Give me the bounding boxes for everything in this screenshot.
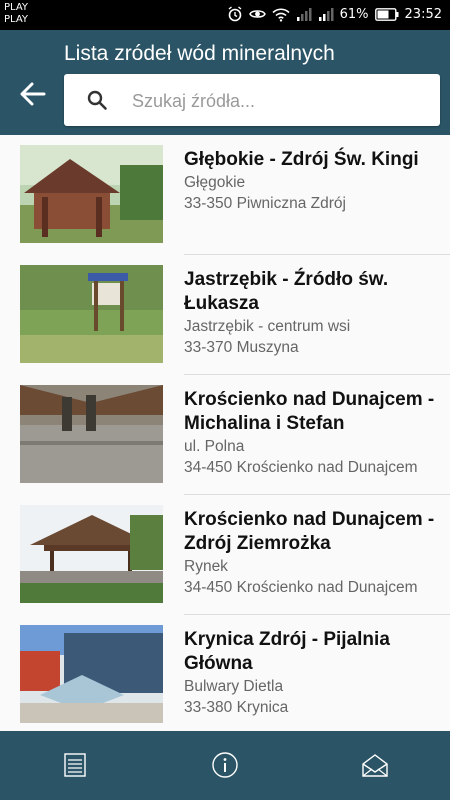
item-text: Jastrzębik - Źródło św. Łukasza Jastrzęb… <box>184 268 440 358</box>
mail-icon <box>362 754 388 777</box>
back-button[interactable] <box>18 80 48 108</box>
search-input[interactable] <box>130 84 424 118</box>
battery-percent: 61% <box>339 6 369 22</box>
spring-location: Jastrzębik - centrum wsi <box>184 318 351 335</box>
spring-name: Jastrzębik - Źródło św. Łukasza <box>184 269 389 314</box>
search-icon <box>87 90 107 110</box>
arrow-left-icon <box>20 82 46 106</box>
nav-info-button[interactable] <box>207 749 243 781</box>
spring-postcode: 33-350 Piwniczna Zdrój <box>184 195 346 212</box>
list-item[interactable]: Głębokie - Zdrój Św. Kingi Głęgokie 33-3… <box>0 135 450 255</box>
item-text: Krościenko nad Dunajcem - Michalina i St… <box>184 388 440 478</box>
list-item[interactable]: Krościenko nad Dunajcem - Michalina i St… <box>0 375 450 495</box>
info-icon <box>212 752 238 778</box>
alarm-icon <box>228 6 242 22</box>
spring-photo <box>20 625 163 723</box>
spring-postcode: 34-450 Krościenko nad Dunajcem <box>184 459 418 476</box>
item-text: Krynica Zdrój - Pijalnia Główna Bulwary … <box>184 628 440 718</box>
search-box[interactable] <box>64 74 440 126</box>
list-item[interactable]: Krościenko nad Dunajcem - Zdrój Ziemrożk… <box>0 495 450 615</box>
battery-icon <box>374 7 399 21</box>
item-text: Głębokie - Zdrój Św. Kingi Głęgokie 33-3… <box>184 148 440 214</box>
item-text: Krościenko nad Dunajcem - Zdrój Ziemrożk… <box>184 508 440 598</box>
nav-mail-button[interactable] <box>357 749 393 781</box>
spring-name: Głębokie - Zdrój Św. Kingi <box>184 149 419 170</box>
spring-name: Krynica Zdrój - Pijalnia Główna <box>184 629 390 674</box>
status-bar: PLAY PLAY 61% 23:52 <box>0 0 450 30</box>
spring-postcode: 33-370 Muszyna <box>184 339 299 356</box>
list-item[interactable]: Krynica Zdrój - Pijalnia Główna Bulwary … <box>0 615 450 731</box>
page-title: Lista zródeł wód mineralnych <box>64 42 335 65</box>
spring-photo <box>20 505 163 603</box>
spring-postcode: 34-450 Krościenko nad Dunajcem <box>184 579 418 596</box>
clock: 23:52 <box>404 6 442 22</box>
spring-photo <box>20 145 163 243</box>
bottom-navigation <box>0 731 450 800</box>
spring-name: Krościenko nad Dunajcem - Zdrój Ziemrożk… <box>184 509 435 554</box>
signal-icon-1 <box>296 8 312 21</box>
spring-location: ul. Polna <box>184 438 245 455</box>
spring-postcode: 33-380 Krynica <box>184 699 289 716</box>
wifi-icon <box>272 8 290 22</box>
signal-icon-2 <box>318 8 334 21</box>
list-item[interactable]: Jastrzębik - Źródło św. Łukasza Jastrzęb… <box>0 255 450 375</box>
spring-location: Rynek <box>184 558 228 575</box>
spring-location: Bulwary Dietla <box>184 678 284 695</box>
spring-name: Krościenko nad Dunajcem - Michalina i St… <box>184 389 435 434</box>
carrier-text: PLAY PLAY <box>4 2 28 26</box>
nav-list-button[interactable] <box>57 749 93 781</box>
spring-photo <box>20 385 163 483</box>
springs-list: Głębokie - Zdrój Św. Kingi Głęgokie 33-3… <box>0 135 450 731</box>
carrier-line-1: PLAY <box>4 2 29 13</box>
spring-location: Głęgokie <box>184 174 246 191</box>
carrier-line-2: PLAY <box>4 14 29 25</box>
status-icons: 61% 23:52 <box>227 6 442 22</box>
spring-photo <box>20 265 163 363</box>
app-bar: Lista zródeł wód mineralnych <box>0 30 450 135</box>
eye-icon <box>248 10 266 18</box>
list-icon <box>64 753 86 777</box>
